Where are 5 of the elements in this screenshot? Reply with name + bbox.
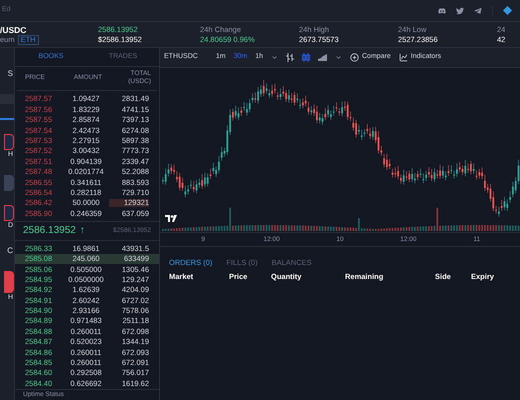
up-arrow: ↑ bbox=[80, 224, 85, 238]
pair-name: /USDC bbox=[0, 24, 28, 34]
sidebar-label: C bbox=[6, 245, 14, 257]
mid-price: 2586.13952 bbox=[23, 224, 76, 238]
sidebar-label: S bbox=[6, 68, 14, 80]
